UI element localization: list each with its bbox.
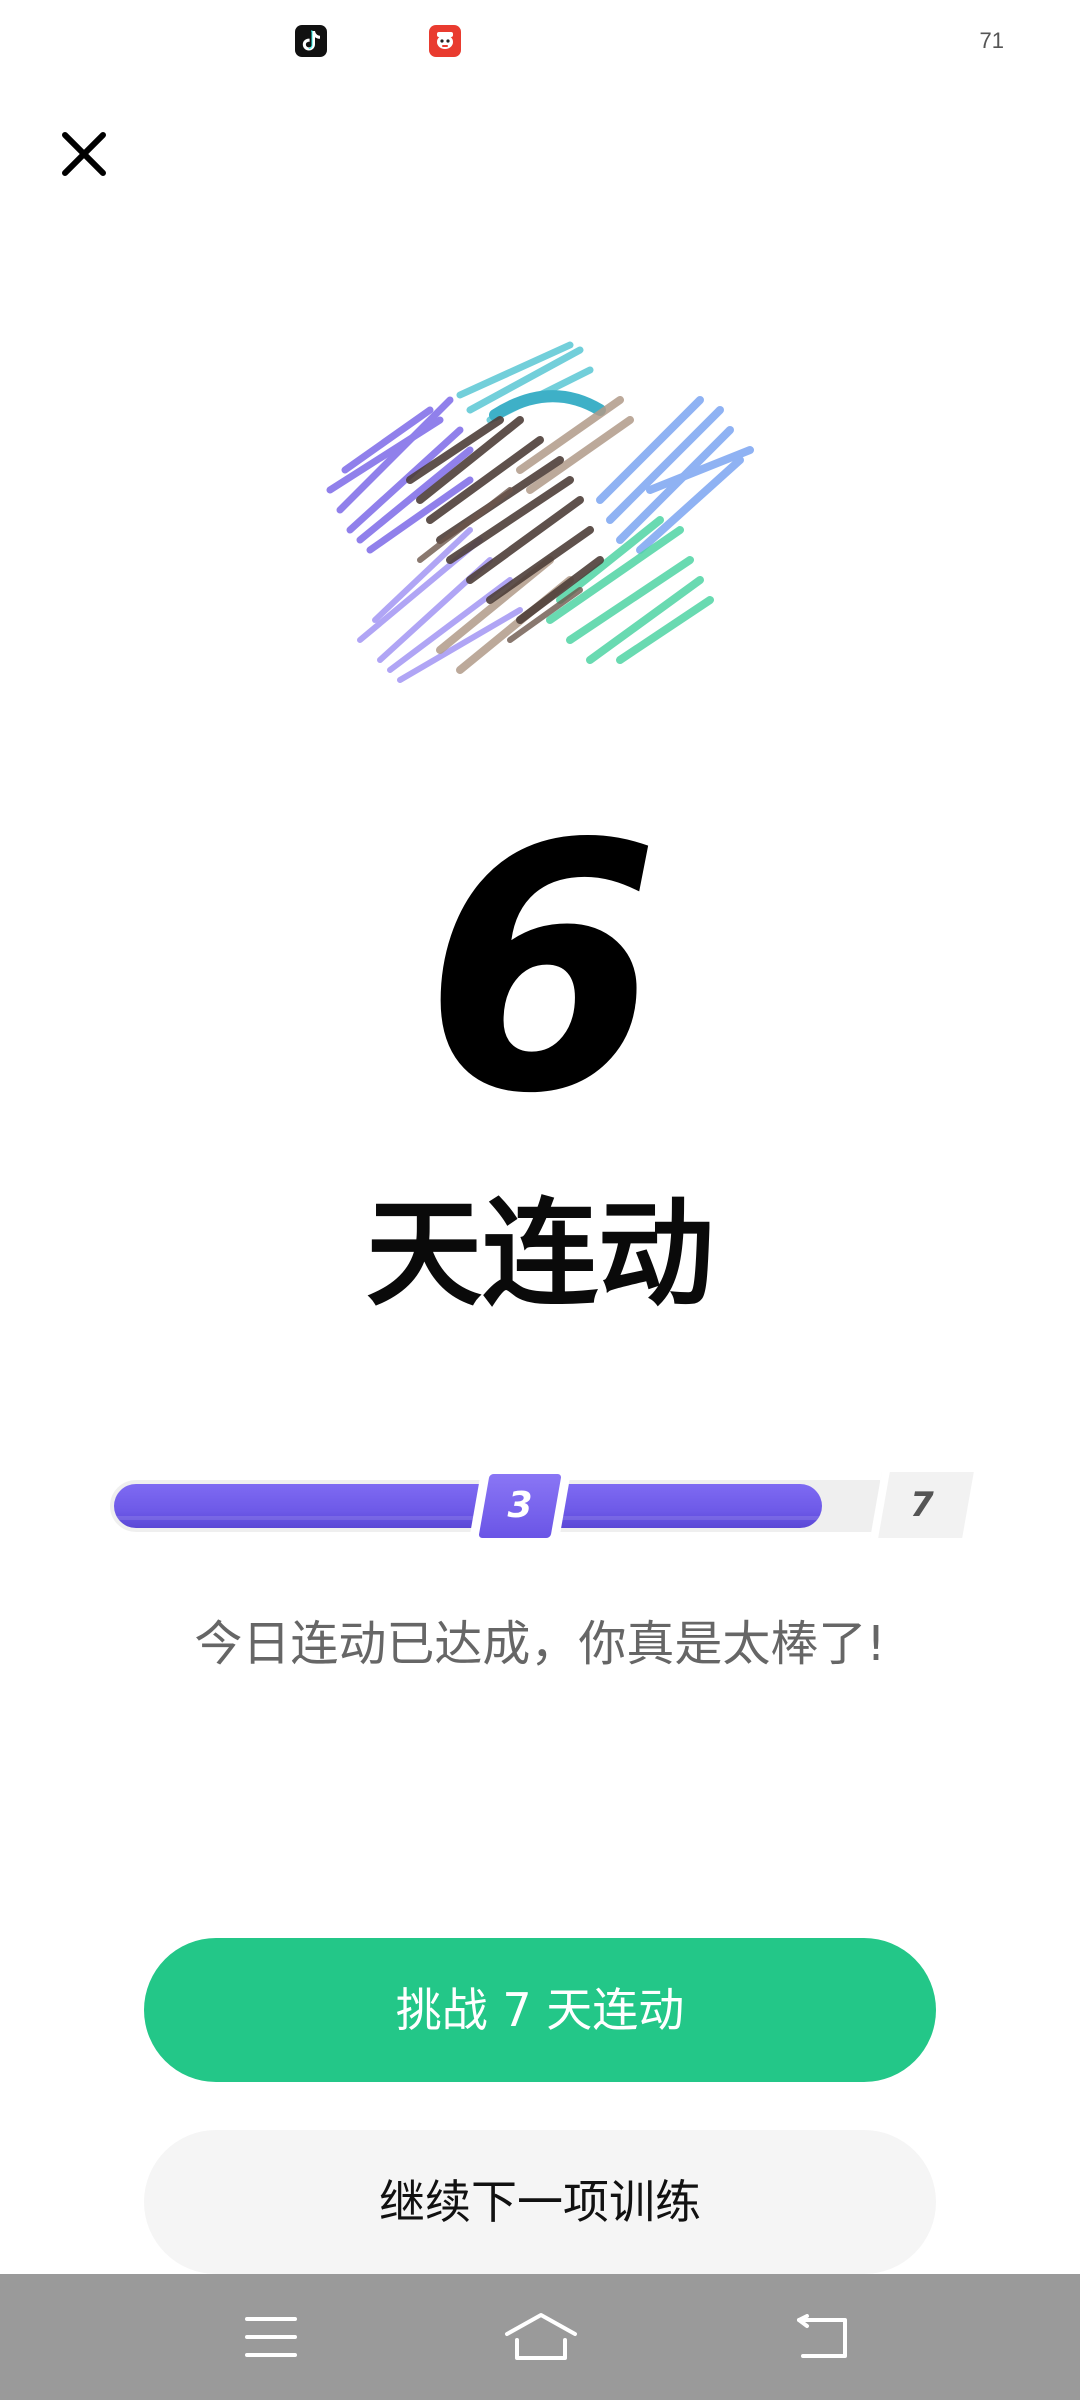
progress-current-label: 3 [507,1485,533,1526]
red-app-icon [429,25,461,57]
streak-screen: 71 6 天连动 3 7 今日连动已达成，你真是太棒了! 挑战 7 天连动 继续… [0,0,1080,2400]
progress-goal-label: 7 [910,1485,934,1525]
menu-button[interactable] [191,2274,351,2400]
streak-progress-bar: 3 7 [110,1470,974,1542]
back-icon [797,2314,847,2358]
streak-day-count: 6 [423,772,661,1168]
home-icon [505,2313,577,2360]
progress-fill [114,1484,822,1528]
menu-icon [245,2317,297,2357]
achievement-message: 今日连动已达成，你真是太棒了! [194,1616,886,1672]
home-button[interactable] [461,2274,621,2400]
status-bar: 71 [0,0,1080,84]
back-button[interactable] [743,2274,903,2400]
next-training-button[interactable]: 继续下一项训练 [144,2130,936,2274]
colorful-scribble-illustration [320,340,760,700]
close-button[interactable] [40,110,128,198]
navigation-bar [0,2274,1080,2400]
tiktok-icon [295,25,327,57]
battery-level: 71 [979,28,1004,53]
challenge-streak-button[interactable]: 挑战 7 天连动 [144,1938,936,2082]
streak-label: 天连动 [366,1187,714,1322]
close-icon [62,132,106,176]
